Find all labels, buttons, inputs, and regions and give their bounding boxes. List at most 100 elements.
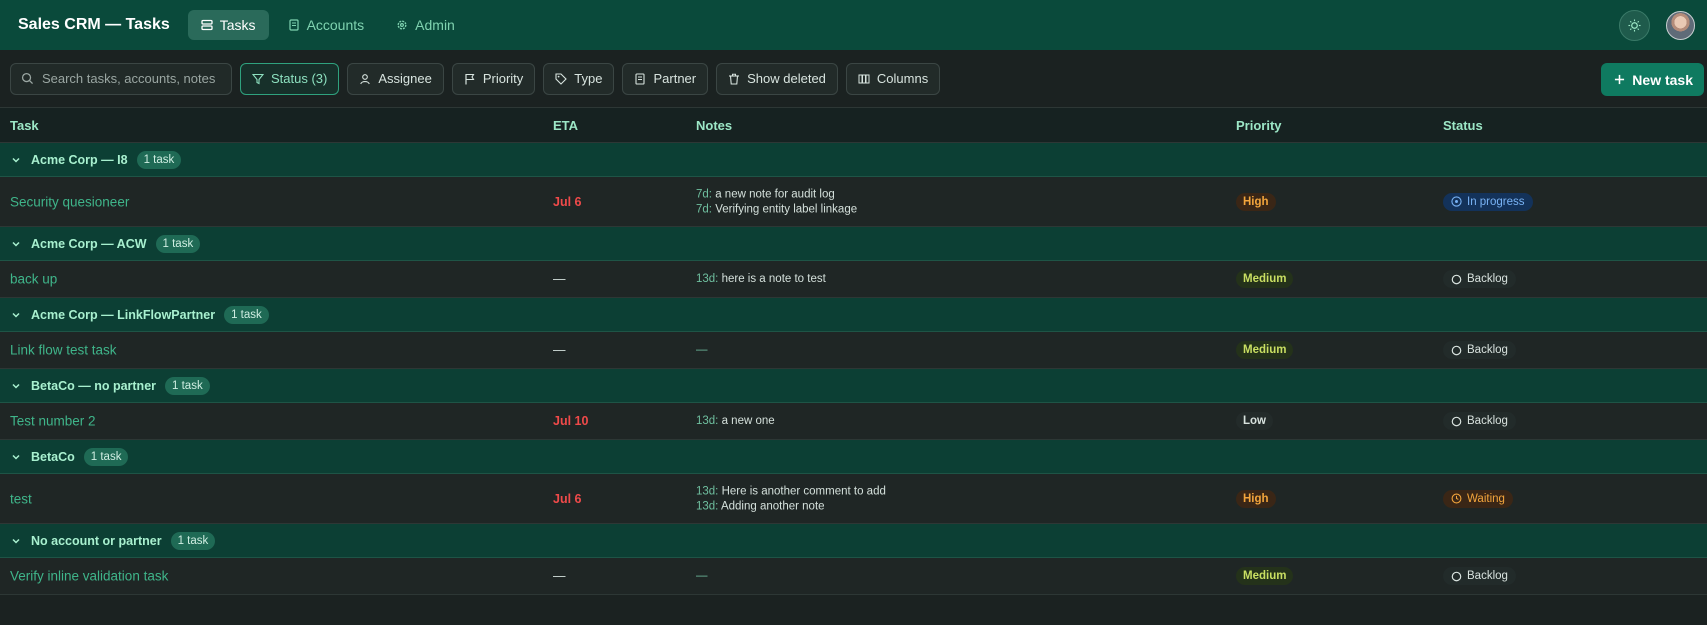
filter-toolbar: Status (3) Assignee Priority Type Partne… <box>0 50 1707 108</box>
status-badge[interactable]: Backlog <box>1443 341 1516 359</box>
show-deleted-label: Show deleted <box>747 71 826 86</box>
status-badge[interactable]: In progress <box>1443 192 1533 211</box>
task-eta: — <box>553 343 566 357</box>
note-age: 13d: <box>696 485 719 497</box>
table-row[interactable]: Security quesioneer Jul 6 7d: a new note… <box>0 177 1707 227</box>
priority-badge[interactable]: Medium <box>1236 341 1294 359</box>
tasks-table: Task ETA Notes Priority Status Acme Corp… <box>0 108 1707 595</box>
column-header-eta[interactable]: ETA <box>553 118 578 133</box>
note-text: here is a note to test <box>721 273 826 285</box>
chevron-down-icon <box>12 157 20 163</box>
column-header-task[interactable]: Task <box>10 118 39 133</box>
group-title: Acme Corp — LinkFlowPartner <box>31 307 216 322</box>
note-line: 13d: here is a note to test <box>696 273 826 285</box>
group-count-badge: 1 task <box>165 376 210 395</box>
group-count-badge: 1 task <box>155 234 201 253</box>
group-header[interactable]: BetaCo 1 task <box>0 440 1707 474</box>
table-row[interactable]: back up — 13d: here is a note to test Me… <box>0 261 1707 298</box>
table-row[interactable]: Test number 2 Jul 10 13d: a new one Low … <box>0 403 1707 440</box>
task-notes: — <box>696 570 708 582</box>
group-header[interactable]: Acme Corp — ACW 1 task <box>0 227 1707 261</box>
group-header[interactable]: No account or partner 1 task <box>0 524 1707 558</box>
group-count-badge: 1 task <box>224 305 269 324</box>
assignee-filter-label: Assignee <box>378 71 432 86</box>
search-icon <box>21 72 34 85</box>
task-name-link[interactable]: Verify inline validation task <box>10 569 168 584</box>
clock-icon <box>1451 493 1462 504</box>
group-title: Acme Corp — ACW <box>31 236 147 251</box>
chevron-down-icon <box>12 383 20 389</box>
chevron-down-icon <box>12 241 20 247</box>
chevron-down-icon <box>12 538 20 544</box>
search-box <box>10 62 232 95</box>
partner-filter-label: Partner <box>653 71 697 86</box>
column-header-notes[interactable]: Notes <box>696 118 732 133</box>
sun-icon <box>1628 19 1641 32</box>
nav-admin[interactable]: Admin <box>383 10 468 40</box>
priority-badge[interactable]: Medium <box>1236 567 1294 585</box>
backlog-circle-icon <box>1451 571 1462 581</box>
user-icon <box>360 73 371 84</box>
show-deleted-button[interactable]: Show deleted <box>716 62 838 95</box>
note-line: 13d: Adding another note <box>696 500 886 512</box>
nav-accounts[interactable]: Accounts <box>275 10 378 40</box>
columns-label: Columns <box>876 71 929 86</box>
columns-button[interactable]: Columns <box>845 62 941 95</box>
group-header[interactable]: BetaCo — no partner 1 task <box>0 369 1707 403</box>
assignee-filter-button[interactable]: Assignee <box>347 62 444 95</box>
new-task-button[interactable]: New task <box>1601 63 1704 96</box>
partner-filter-button[interactable]: Partner <box>622 62 709 95</box>
task-notes: 13d: here is a note to test <box>696 273 826 285</box>
note-text: a new one <box>721 415 775 427</box>
user-avatar[interactable] <box>1666 11 1695 40</box>
priority-filter-button[interactable]: Priority <box>451 62 536 95</box>
theme-toggle-button[interactable] <box>1619 10 1650 41</box>
column-header-status[interactable]: Status <box>1443 118 1483 133</box>
tasks-icon <box>201 19 213 31</box>
task-name-link[interactable]: Security quesioneer <box>10 194 129 209</box>
filter-icon <box>252 73 264 84</box>
group-header[interactable]: Acme Corp — LinkFlowPartner 1 task <box>0 298 1707 332</box>
priority-badge[interactable]: High <box>1236 192 1276 211</box>
task-eta: Jul 6 <box>553 491 582 506</box>
status-label: In progress <box>1467 195 1525 208</box>
type-filter-button[interactable]: Type <box>543 62 615 95</box>
note-line: 7d: Verifying entity label linkage <box>696 203 857 215</box>
status-label: Backlog <box>1467 273 1508 285</box>
task-eta: — <box>553 569 566 583</box>
app-header: Sales CRM — Tasks Tasks Accounts Admin <box>0 0 1707 50</box>
task-name-link[interactable]: Test number 2 <box>10 414 96 429</box>
group-count-badge: 1 task <box>136 150 182 169</box>
status-badge[interactable]: Backlog <box>1443 567 1516 585</box>
status-badge[interactable]: Backlog <box>1443 270 1516 288</box>
backlog-circle-icon <box>1451 345 1462 355</box>
table-row[interactable]: test Jul 6 13d: Here is another comment … <box>0 474 1707 524</box>
task-name-link[interactable]: Link flow test task <box>10 343 117 358</box>
group-header[interactable]: Acme Corp — I8 1 task <box>0 143 1707 177</box>
note-age: 13d: <box>696 273 719 285</box>
status-badge[interactable]: Waiting <box>1443 489 1513 508</box>
priority-badge[interactable]: Low <box>1236 412 1273 430</box>
nav-tasks[interactable]: Tasks <box>187 10 269 40</box>
group-title: BetaCo <box>31 449 75 464</box>
column-header-priority[interactable]: Priority <box>1236 118 1282 133</box>
task-name-link[interactable]: back up <box>10 272 57 287</box>
note-line: 13d: Here is another comment to add <box>696 485 886 497</box>
trash-icon <box>729 73 740 85</box>
search-input[interactable] <box>41 71 221 86</box>
status-badge[interactable]: Backlog <box>1443 412 1516 430</box>
note-age: 13d: <box>696 500 719 512</box>
status-label: Backlog <box>1467 344 1508 356</box>
table-row[interactable]: Verify inline validation task — — Medium… <box>0 558 1707 595</box>
chevron-down-icon <box>12 312 20 318</box>
priority-badge[interactable]: Medium <box>1236 270 1294 288</box>
task-name-link[interactable]: test <box>10 491 32 506</box>
status-filter-button[interactable]: Status (3) <box>240 62 340 95</box>
table-row[interactable]: Link flow test task — — Medium Backlog <box>0 332 1707 369</box>
priority-badge[interactable]: High <box>1236 489 1276 508</box>
status-label: Waiting <box>1467 492 1505 505</box>
new-task-label: New task <box>1632 71 1693 88</box>
nav-tasks-label: Tasks <box>219 17 256 33</box>
plus-icon <box>1615 74 1625 85</box>
columns-icon <box>858 74 870 83</box>
